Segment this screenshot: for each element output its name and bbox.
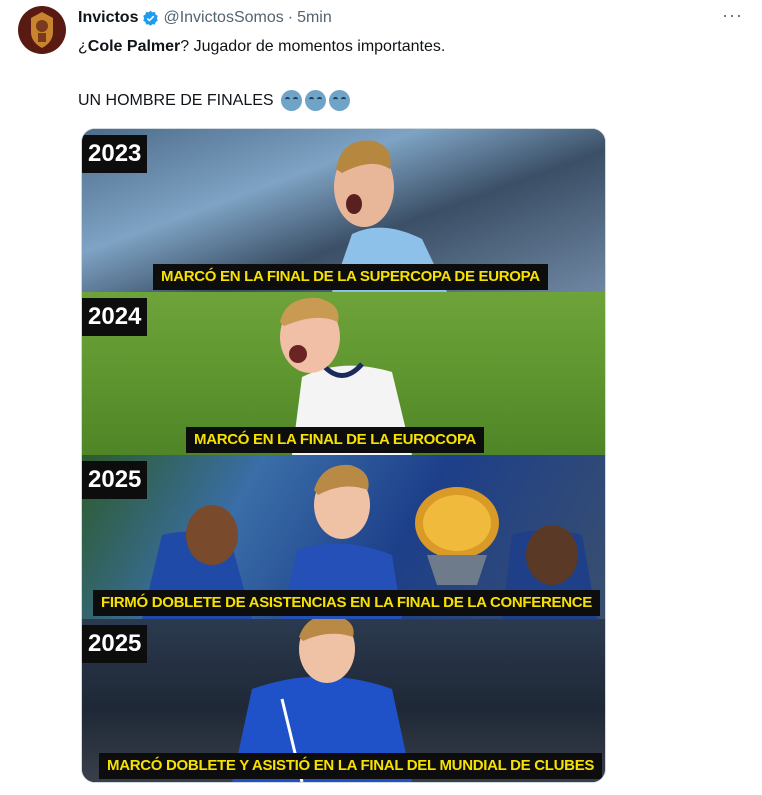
caption-label: FIRMÓ DOBLETE DE ASISTENCIAS EN LA FINAL… xyxy=(93,590,600,616)
text-prefix: ¿ xyxy=(78,38,88,55)
timestamp[interactable]: 5min xyxy=(297,9,332,27)
separator-dot: · xyxy=(287,9,294,26)
author-handle[interactable]: @InvictosSomos xyxy=(163,9,283,27)
caption-label: MARCÓ EN LA FINAL DE LA SUPERCOPA DE EUR… xyxy=(153,264,548,290)
verified-badge-icon xyxy=(143,10,159,26)
crying-face-emoji-icon xyxy=(304,90,326,111)
text-rest: ? Jugador de momentos importantes. xyxy=(180,38,446,55)
year-label: 2025 xyxy=(82,461,148,499)
panel-2024: 2024 MARCÓ EN LA FINAL DE LA EUROCOPA xyxy=(82,292,605,455)
year-label: 2025 xyxy=(82,625,148,663)
year-label: 2024 xyxy=(82,298,148,336)
caption-label: MARCÓ DOBLETE Y ASISTIÓ EN LA FINAL DEL … xyxy=(99,753,603,779)
tweet-media-image[interactable]: 2023 MARCÓ EN LA FINAL DE LA SUPERCOPA D… xyxy=(81,128,606,783)
crying-face-emoji-icon xyxy=(328,90,350,111)
author-name[interactable]: Invictos xyxy=(78,9,138,27)
author-avatar[interactable] xyxy=(18,6,66,54)
tweet-text-line1: ¿Cole Palmer? Jugador de momentos import… xyxy=(78,38,445,56)
caption-label: MARCÓ EN LA FINAL DE LA EUROCOPA xyxy=(186,427,485,453)
panel-2025-conference: 2025 FIRMÓ DOBLETE DE ASISTENCIAS EN LA … xyxy=(82,455,605,619)
tweet-header: Invictos @InvictosSomos · 5min xyxy=(78,9,332,27)
panel-2023: 2023 MARCÓ EN LA FINAL DE LA SUPERCOPA D… xyxy=(82,129,605,292)
bold-player-name: Cole Palmer xyxy=(87,38,181,55)
more-options-icon[interactable]: ··· xyxy=(722,6,742,26)
tweet-text-line2: UN HOMBRE DE FINALES xyxy=(78,90,350,111)
headline-text: UN HOMBRE DE FINALES xyxy=(78,91,274,109)
year-label: 2023 xyxy=(82,135,148,173)
panel-2025-mundial: 2025 MARCÓ DOBLETE Y ASISTIÓ EN LA FINAL… xyxy=(82,619,605,782)
invictos-logo-icon xyxy=(31,12,53,48)
crying-face-emoji-icon xyxy=(280,90,302,111)
